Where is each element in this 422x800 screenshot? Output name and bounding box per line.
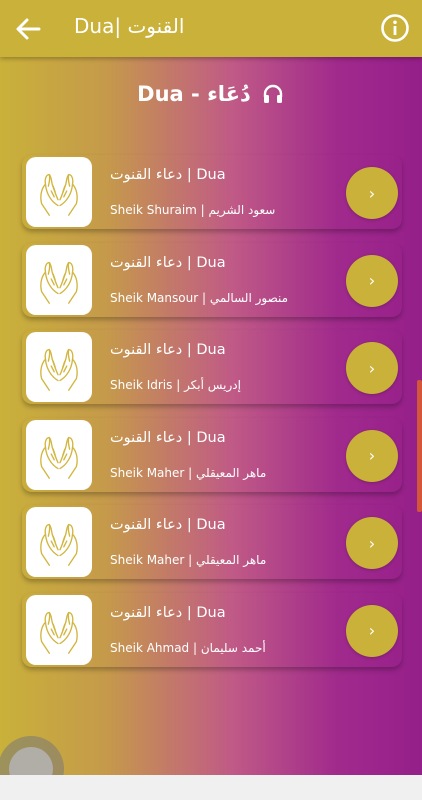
chevron-right-icon[interactable]: › <box>346 342 398 394</box>
app-bar: Dua| القنوت <box>0 0 422 57</box>
list-item[interactable]: دعاء القنوت | Dua Sheik Mansour | منصور ا… <box>22 243 402 317</box>
info-circle-icon[interactable] <box>380 13 410 43</box>
list-item[interactable]: دعاء القنوت | Dua Sheik Idris | إدريس أبك… <box>22 330 402 404</box>
item-reciter: Sheik Idris | إدريس أبكر <box>110 378 241 392</box>
arrow-left-icon[interactable] <box>13 13 45 45</box>
chevron-right-icon[interactable]: › <box>346 167 398 219</box>
headphones-icon <box>263 84 283 103</box>
scrollbar-thumb[interactable] <box>417 380 422 512</box>
section-header: Dua - دُعَاء <box>0 80 422 108</box>
item-reciter: Sheik Mansour | منصور السالمي <box>110 290 289 305</box>
section-title: Dua - دُعَاء <box>137 82 251 106</box>
list-item[interactable]: دعاء القنوت | Dua Sheik Maher | ماهر المع… <box>22 505 402 579</box>
item-title: دعاء القنوت | Dua <box>110 517 226 533</box>
chevron-right-icon[interactable]: › <box>346 517 398 569</box>
list-item[interactable]: دعاء القنوت | Dua Sheik Ahmad | أحمد سليم… <box>22 593 402 667</box>
bottom-bar <box>0 775 422 800</box>
item-title: دعاء القنوت | Dua <box>110 254 226 271</box>
praying-hands-icon <box>26 594 92 665</box>
item-reciter: Sheik Maher | ماهر المعيقلي <box>110 465 267 480</box>
item-title: دعاء القنوت | Dua <box>110 342 226 358</box>
praying-hands-icon <box>26 332 92 402</box>
list-item[interactable]: دعاء القنوت | Dua Sheik Maher | ماهر المع… <box>22 418 402 492</box>
chevron-right-icon[interactable]: › <box>346 429 398 482</box>
item-reciter: Sheik Maher | ماهر المعيقلي <box>110 553 267 567</box>
praying-hands-icon <box>26 244 92 315</box>
item-reciter: Sheik Shuraim | سعود الشريم <box>110 203 276 217</box>
item-reciter: Sheik Ahmad | أحمد سليمان <box>110 640 266 655</box>
list-item[interactable]: دعاء القنوت | Dua Sheik Shuraim | سعود ال… <box>22 155 402 229</box>
praying-hands-icon <box>26 507 92 577</box>
item-title: دعاء القنوت | Dua <box>110 167 226 183</box>
chevron-right-icon[interactable]: › <box>346 254 398 307</box>
chevron-right-icon[interactable]: › <box>346 604 398 657</box>
praying-hands-icon <box>26 157 92 227</box>
praying-hands-icon <box>26 419 92 490</box>
page-title: Dua| القنوت <box>74 14 185 38</box>
item-title: دعاء القنوت | Dua <box>110 429 226 446</box>
item-title: دعاء القنوت | Dua <box>110 604 226 621</box>
